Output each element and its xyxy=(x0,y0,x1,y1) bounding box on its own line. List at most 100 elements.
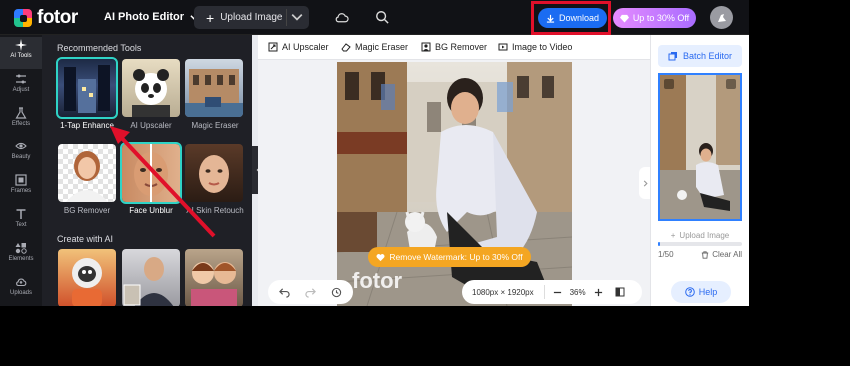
batch-progress-fill xyxy=(658,242,660,246)
image-thumbnail[interactable] xyxy=(658,73,742,221)
upload-image-label: Upload Image xyxy=(679,231,730,240)
download-button[interactable]: Download xyxy=(538,8,607,28)
astronaut-thumbnail xyxy=(72,258,102,306)
tools-panel: Recommended Tools 1-Tap Enhance AI Upsca… xyxy=(42,35,252,306)
sliders-icon xyxy=(16,74,26,84)
tool-ai-upscaler[interactable] xyxy=(122,59,180,117)
batch-editor-button[interactable]: Batch Editor xyxy=(658,45,742,67)
batch-progress xyxy=(658,242,742,246)
rail-item-text[interactable]: Text xyxy=(0,206,42,238)
tool-label: Magic Eraser xyxy=(191,121,239,130)
tool-label: 1-Tap Enhance xyxy=(60,121,114,130)
upload-image-button[interactable]: + Upload Image xyxy=(194,6,309,29)
question-icon xyxy=(684,287,695,297)
building-thumbnail xyxy=(185,69,243,117)
user-bird-icon xyxy=(717,13,726,22)
upscale-icon xyxy=(268,42,278,52)
rail-label: AI Tools xyxy=(10,53,32,59)
text-icon xyxy=(16,209,26,219)
rail-item-frames[interactable]: Frames xyxy=(0,172,42,204)
tool-1-tap-enhance[interactable] xyxy=(56,57,118,119)
eye-icon xyxy=(15,142,27,150)
avatar[interactable] xyxy=(710,6,733,29)
batch-sidebar: Batch Editor + Upload Image 1/50 Clear A… xyxy=(650,35,749,306)
tool-ai-skin-retouch[interactable] xyxy=(185,144,243,202)
tool-magic-eraser[interactable] xyxy=(185,59,243,117)
tab-label: Image to Video xyxy=(512,42,573,52)
rail-label: Text xyxy=(15,222,27,228)
zoom-in-icon[interactable] xyxy=(594,288,603,297)
create-card-cartoon[interactable] xyxy=(185,249,243,306)
divider xyxy=(543,285,545,299)
top-bar: fotor AI Photo Editor + Upload Image Dow… xyxy=(0,0,749,35)
canvas-area: AI Upscaler Magic Eraser BG Remover Imag… xyxy=(258,35,651,306)
tool-face-unblur[interactable] xyxy=(120,142,182,204)
editor-menu[interactable]: AI Photo Editor xyxy=(104,11,199,23)
zoom-controls: 1080px × 1920px 36% xyxy=(462,280,642,304)
enhance-thumbnail xyxy=(64,65,110,113)
cloud-icon[interactable] xyxy=(334,10,349,25)
rail-item-beauty[interactable]: Beauty xyxy=(0,138,42,170)
compare-icon[interactable] xyxy=(615,287,625,297)
cloud-upload-icon xyxy=(16,278,27,287)
tab-magic-eraser[interactable]: Magic Eraser xyxy=(341,42,408,52)
zoom-out-icon[interactable] xyxy=(553,288,562,297)
download-label: Download xyxy=(558,13,600,23)
fotor-logo[interactable]: fotor xyxy=(14,7,78,29)
tool-tabs: AI Upscaler Magic Eraser BG Remover Imag… xyxy=(258,35,650,60)
rail-item-effects[interactable]: Effects xyxy=(0,105,42,137)
clear-all-button[interactable]: Clear All xyxy=(701,250,742,259)
remove-watermark-banner[interactable]: Remove Watermark: Up to 30% Off xyxy=(368,247,531,267)
rail-item-uploads[interactable]: Uploads xyxy=(0,274,42,306)
image-count: 1/50 xyxy=(658,250,674,259)
recommended-tools-title: Recommended Tools xyxy=(57,43,142,53)
create-with-ai-title: Create with AI xyxy=(57,234,114,244)
image-dimensions: 1080px × 1920px xyxy=(472,287,534,297)
tab-bg-remover[interactable]: BG Remover xyxy=(421,42,487,52)
eraser-icon xyxy=(341,43,351,52)
upload-image-label: Upload Image xyxy=(220,12,283,23)
rail-item-adjust[interactable]: Adjust xyxy=(0,71,42,103)
undo-icon[interactable] xyxy=(279,287,290,298)
batch-count-row: 1/50 Clear All xyxy=(658,250,742,259)
rail-label: Uploads xyxy=(9,290,32,296)
zoom-level[interactable]: 36% xyxy=(570,288,586,297)
promo-button[interactable]: Up to 30% Off xyxy=(613,8,696,28)
logo-text: fotor xyxy=(37,7,78,28)
editor-menu-label: AI Photo Editor xyxy=(104,11,185,23)
thumbnail-photo xyxy=(660,75,740,219)
portrait-thumbnail xyxy=(199,155,229,193)
watermark-banner-label: Remove Watermark: Up to 30% Off xyxy=(389,252,523,262)
history-icon[interactable] xyxy=(331,287,342,298)
tab-label: AI Upscaler xyxy=(282,42,329,52)
tab-image-to-video[interactable]: Image to Video xyxy=(498,42,572,52)
download-icon xyxy=(546,14,555,23)
trash-icon xyxy=(702,250,709,259)
video-icon xyxy=(498,43,508,51)
bg-remove-icon xyxy=(421,42,431,52)
tab-ai-upscaler[interactable]: AI Upscaler xyxy=(268,42,329,52)
search-icon[interactable] xyxy=(375,10,389,24)
tool-bg-remover[interactable] xyxy=(58,144,116,202)
headshot-thumbnail xyxy=(123,257,174,306)
fotor-watermark: fotor xyxy=(352,268,403,293)
upload-image-link[interactable]: + Upload Image xyxy=(658,231,742,240)
rail-label: Frames xyxy=(10,188,32,194)
tool-label: AI Skin Retouch xyxy=(186,206,244,215)
rail-item-elements[interactable]: Elements xyxy=(0,240,42,272)
frame-icon xyxy=(15,174,27,186)
redo-icon[interactable] xyxy=(305,287,316,298)
plus-icon: + xyxy=(670,231,676,240)
help-button[interactable]: Help xyxy=(671,281,731,303)
create-card-headshot[interactable] xyxy=(122,249,180,306)
rail-item-ai-tools[interactable]: AI Tools xyxy=(0,37,42,69)
tool-label: Face Unblur xyxy=(129,206,173,215)
create-card-astronaut[interactable] xyxy=(58,249,116,306)
rail-label: Adjust xyxy=(12,87,30,93)
rail-label: Elements xyxy=(8,256,34,262)
chevron-down-icon[interactable] xyxy=(291,11,303,23)
history-controls xyxy=(268,280,353,304)
help-label: Help xyxy=(698,287,718,297)
tool-label: BG Remover xyxy=(63,206,111,215)
woman-thumbnail xyxy=(66,151,108,202)
